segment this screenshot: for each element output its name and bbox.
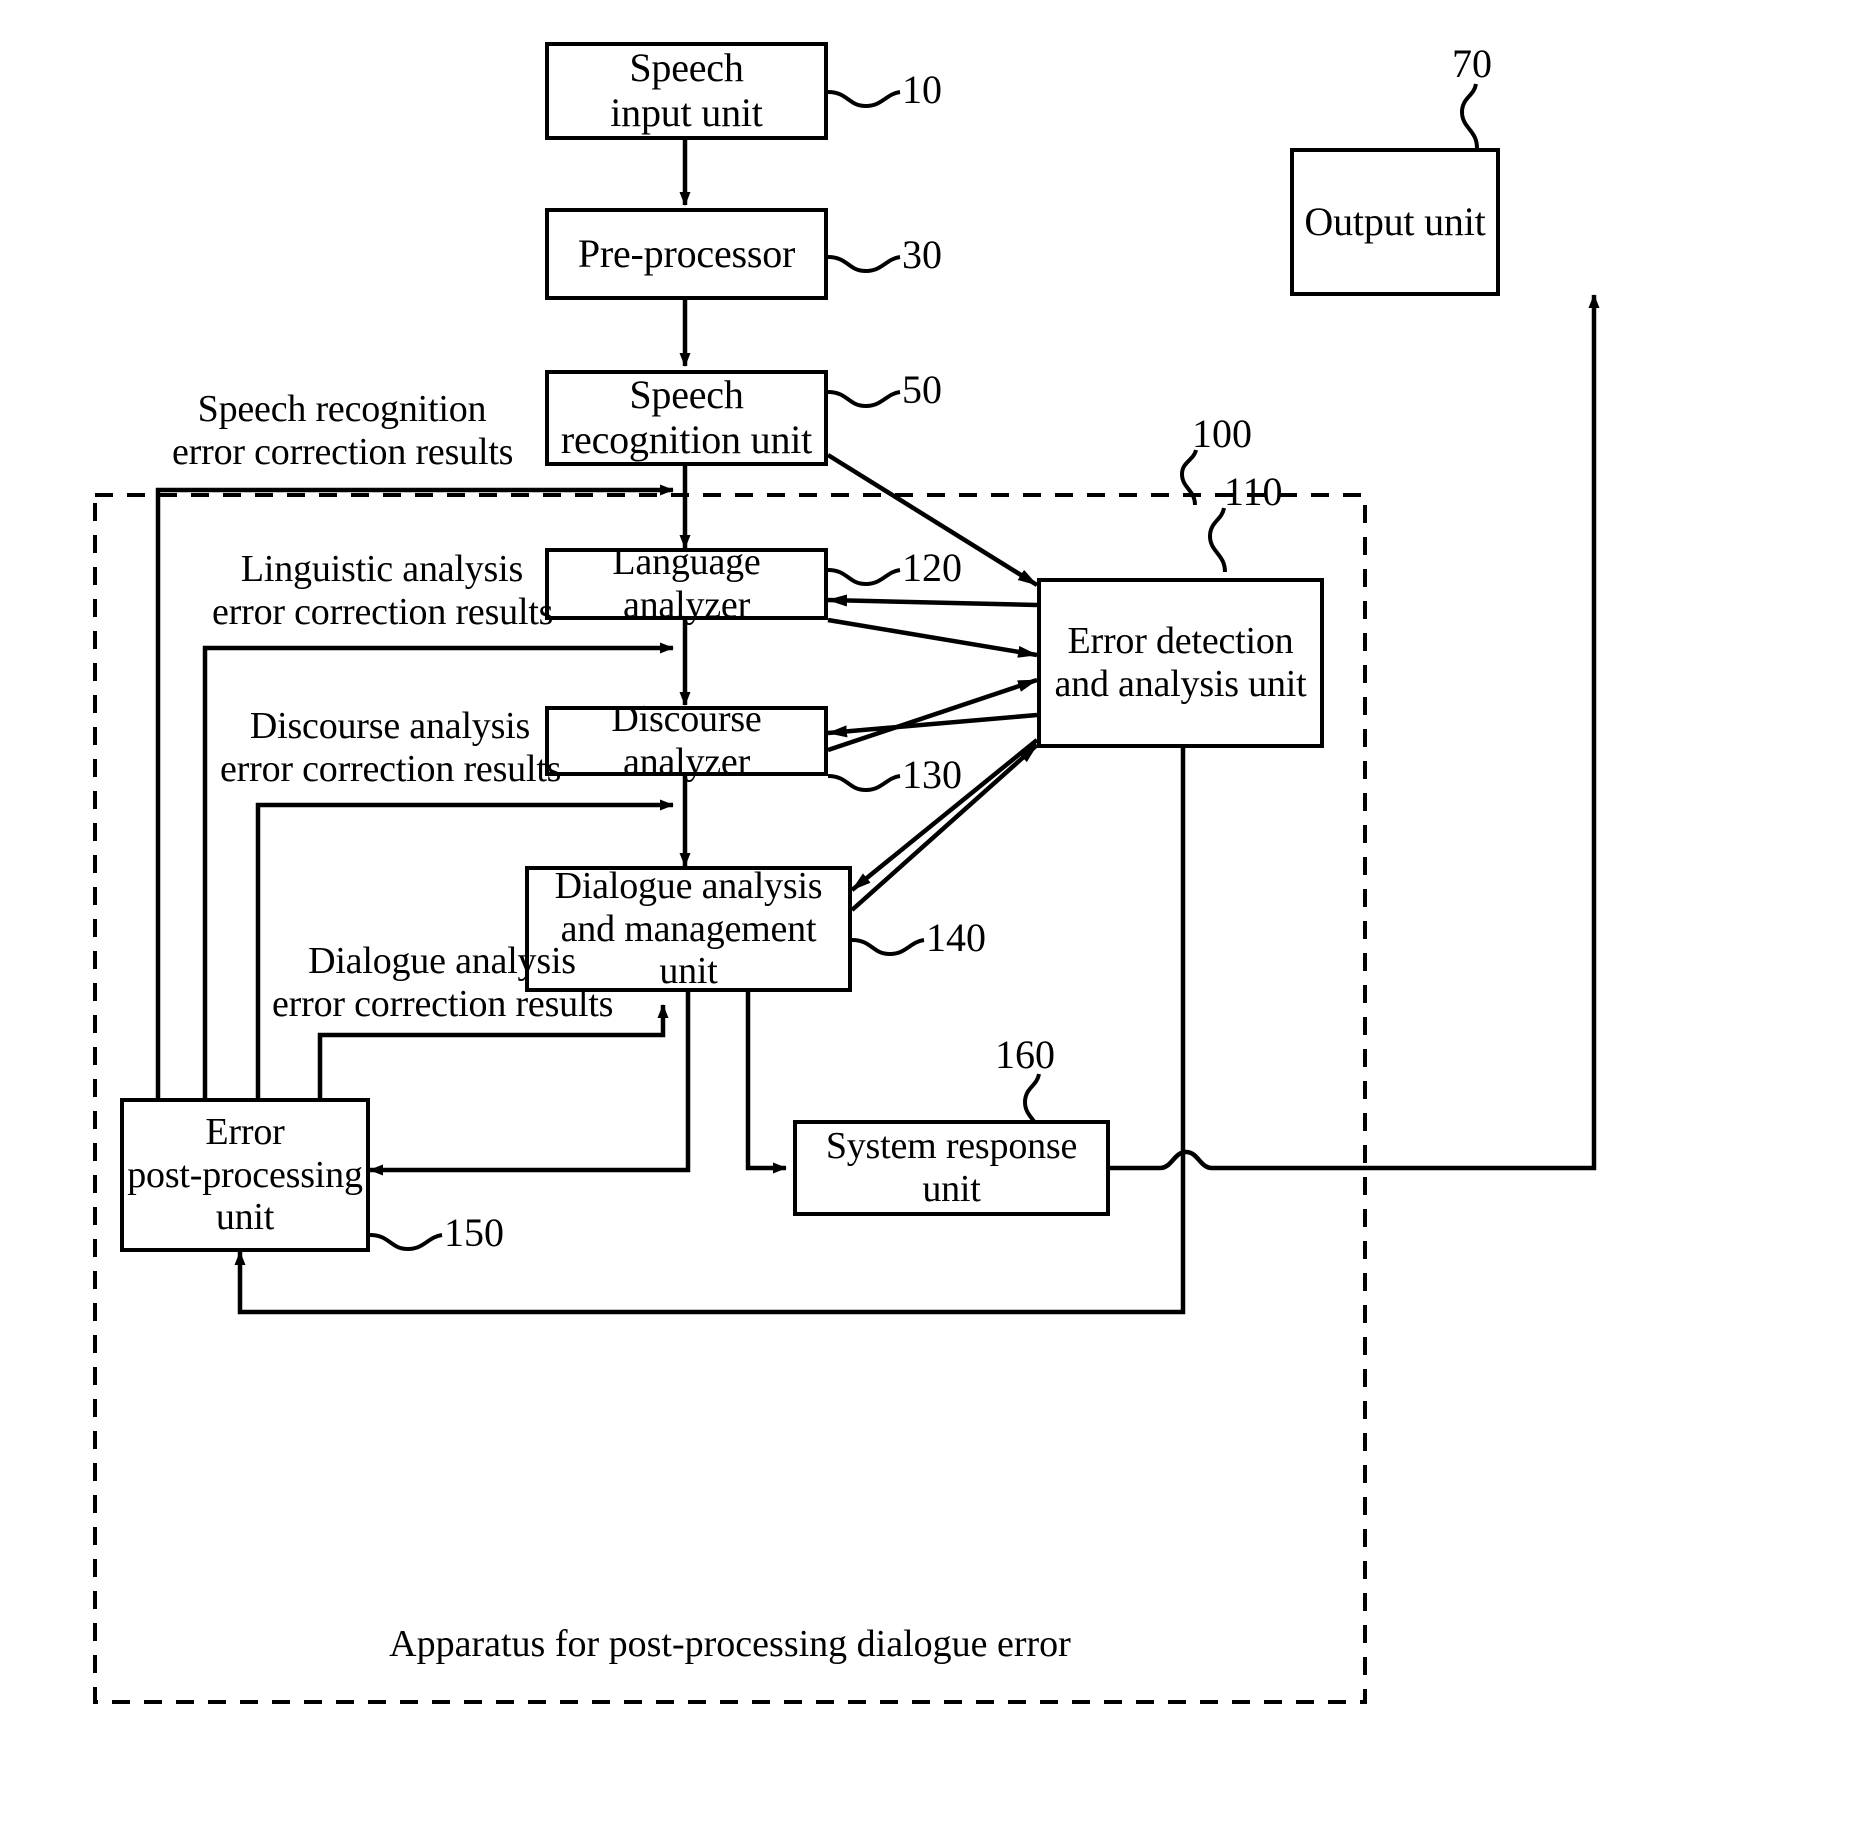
linguistic-analysis-feedback-label: Linguistic analysis error correction res… — [212, 548, 554, 634]
ref-number-70: 70 — [1452, 41, 1492, 86]
system-response-unit-box[interactable]: System response unit — [793, 1120, 1110, 1216]
ref-number-130: 130 — [902, 752, 962, 797]
ref-number-160: 160 — [995, 1032, 1055, 1077]
apparatus-caption: Apparatus for post-processing dialogue e… — [389, 1623, 1071, 1665]
speech-recognition-unit-box[interactable]: Speech recognition unit — [545, 370, 828, 466]
speech-input-unit-label: Speech input unit — [610, 45, 763, 135]
dialogue-analysis-feedback-label: Dialogue analysis error correction resul… — [272, 940, 614, 1026]
patent-figure-canvas: Speech input unit Pre-processor Speech r… — [0, 0, 1859, 1825]
speech-recognition-unit-label: Speech recognition unit — [560, 372, 813, 462]
speech-input-unit-box[interactable]: Speech input unit — [545, 42, 828, 140]
pre-processor-label: Pre-processor — [577, 230, 796, 276]
discourse-analyzer-label: Discourse analyzer — [611, 698, 762, 783]
error-detection-unit-label: Error detection and analysis unit — [1054, 620, 1307, 705]
error-post-processing-unit-box[interactable]: Error post-processing unit — [120, 1098, 370, 1252]
ref-number-100: 100 — [1192, 411, 1252, 456]
language-analyzer-label: Language analyzer — [612, 541, 761, 626]
discourse-analyzer-box[interactable]: Discourse analyzer — [545, 698, 828, 783]
language-analyzer-box[interactable]: Language analyzer — [545, 541, 828, 626]
output-unit-label: Output unit — [1304, 198, 1486, 244]
ref-number-50: 50 — [902, 367, 942, 412]
discourse-analysis-feedback-label: Discourse analysis error correction resu… — [220, 705, 562, 791]
ref-number-140: 140 — [926, 915, 986, 960]
ref-number-110: 110 — [1224, 469, 1283, 514]
pre-processor-box[interactable]: Pre-processor — [545, 208, 828, 300]
ref-number-30: 30 — [902, 232, 942, 277]
ref-number-120: 120 — [902, 545, 962, 590]
system-response-unit-label: System response unit — [825, 1125, 1078, 1210]
ref-number-10: 10 — [902, 67, 942, 112]
output-unit-box[interactable]: Output unit — [1290, 148, 1500, 296]
error-detection-unit-box[interactable]: Error detection and analysis unit — [1037, 578, 1324, 748]
ref-number-150: 150 — [444, 1210, 504, 1255]
speech-recognition-feedback-label: Speech recognition error correction resu… — [172, 388, 514, 474]
error-post-processing-unit-label: Error post-processing unit — [127, 1111, 363, 1239]
